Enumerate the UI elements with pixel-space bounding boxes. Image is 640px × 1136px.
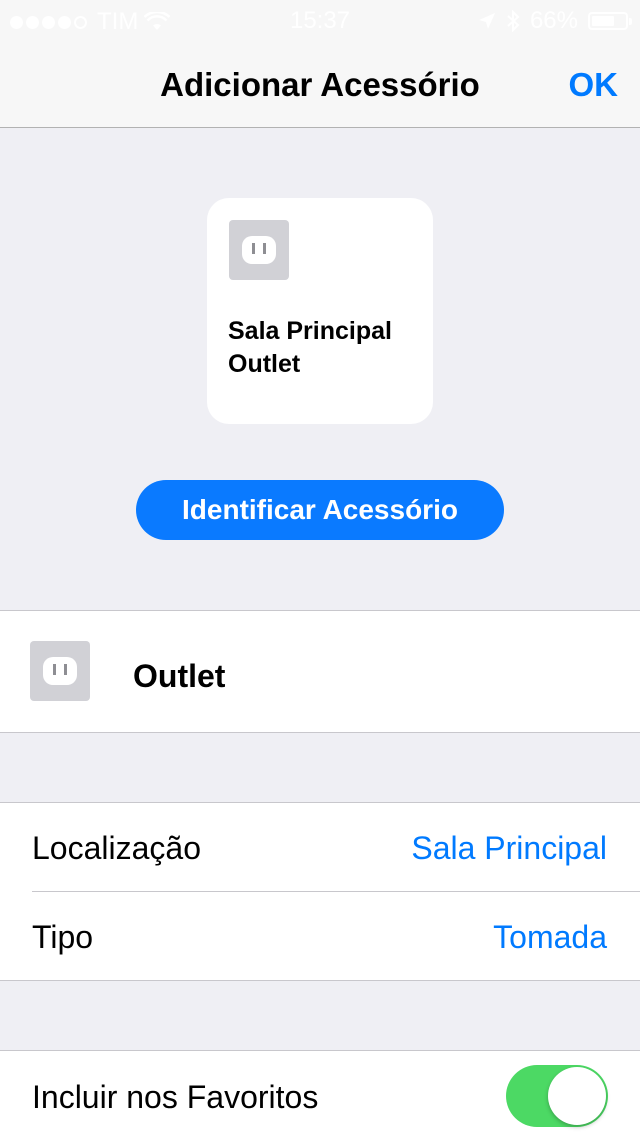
toggle-knob[interactable] bbox=[548, 1067, 606, 1125]
battery-percent: 66% bbox=[529, 7, 578, 34]
outlet-icon bbox=[229, 220, 289, 280]
settings-group: Localização Sala Principal Tipo Tomada bbox=[0, 802, 640, 981]
location-arrow-icon bbox=[478, 13, 495, 29]
type-value[interactable]: Tomada bbox=[493, 919, 607, 956]
status-bar: TIM 15:37 66% bbox=[0, 0, 640, 40]
type-label: Tipo bbox=[32, 919, 94, 955]
type-row[interactable]: Tipo Tomada bbox=[0, 892, 640, 981]
favorites-toggle[interactable] bbox=[506, 1065, 608, 1127]
location-value[interactable]: Sala Principal bbox=[411, 830, 607, 867]
battery-icon bbox=[588, 12, 632, 30]
page-title: Adicionar Acessório bbox=[160, 66, 480, 103]
identify-accessory-button[interactable]: Identificar Acessório bbox=[136, 480, 504, 540]
tile-room-name: Sala Principal bbox=[228, 317, 392, 345]
location-label: Localização bbox=[32, 830, 201, 866]
status-right: 66% bbox=[478, 7, 632, 35]
location-row[interactable]: Localização Sala Principal bbox=[0, 803, 640, 892]
ok-button[interactable]: OK bbox=[569, 66, 619, 104]
favorites-label: Incluir nos Favoritos bbox=[32, 1079, 319, 1115]
tile-accessory-name: Outlet bbox=[228, 350, 301, 378]
accessory-tile[interactable]: Sala Principal Outlet bbox=[207, 198, 433, 424]
navigation-bar: Adicionar Acessório OK bbox=[0, 40, 640, 128]
bluetooth-icon bbox=[507, 10, 520, 32]
tile-name: Sala Principal Outlet bbox=[228, 315, 392, 381]
outlet-icon bbox=[30, 641, 90, 701]
accessory-name-field[interactable]: Outlet bbox=[133, 658, 225, 695]
favorites-row: Incluir nos Favoritos bbox=[0, 1050, 640, 1136]
accessory-name-row[interactable]: Outlet bbox=[0, 610, 640, 733]
